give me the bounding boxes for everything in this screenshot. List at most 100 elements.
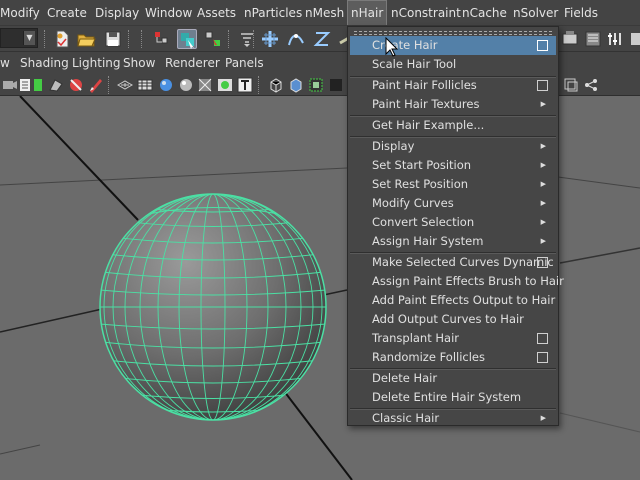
panel-separator xyxy=(258,76,260,94)
menu-item-add-paint-effects-output[interactable]: Add Paint Effects Output to Hair xyxy=(350,291,556,310)
safe-action-icon[interactable] xyxy=(288,77,304,93)
menu-item-assign-paint-effects-brush[interactable]: Assign Paint Effects Brush to Hair xyxy=(350,272,564,291)
menu-item-label: Modify Curves xyxy=(372,196,454,210)
grid-icon[interactable] xyxy=(68,77,84,93)
menu-assets[interactable]: Assets xyxy=(197,0,236,26)
menu-item-label: Set Start Position xyxy=(372,158,472,172)
shelf-separator xyxy=(228,30,230,48)
menu-create[interactable]: Create xyxy=(47,0,87,26)
textured-icon[interactable] xyxy=(158,77,174,93)
menu-display[interactable]: Display xyxy=(95,0,139,26)
menu-item-scale-hair-tool[interactable]: Scale Hair Tool xyxy=(350,55,556,74)
ipr-render-icon[interactable] xyxy=(583,29,603,49)
menu-nparticles[interactable]: nParticles xyxy=(244,0,302,26)
submenu-arrow-icon: ▶ xyxy=(540,142,546,150)
mouse-pointer-icon xyxy=(385,37,399,57)
menu-nmesh[interactable]: nMesh xyxy=(305,0,344,26)
option-box-icon[interactable] xyxy=(537,80,548,91)
menu-item-assign-hair-system[interactable]: Assign Hair System ▶ xyxy=(350,232,556,251)
menu-item-add-output-curves[interactable]: Add Output Curves to Hair xyxy=(350,310,556,329)
shelf-separator xyxy=(253,30,255,48)
save-scene-icon[interactable] xyxy=(103,29,123,49)
menu-nhair[interactable]: nHair xyxy=(347,0,388,25)
shelf-separator xyxy=(44,30,46,48)
option-box-icon[interactable] xyxy=(537,257,548,268)
shadows-icon[interactable] xyxy=(197,77,213,93)
menu-window[interactable]: Window xyxy=(145,0,192,26)
bookmark-icon[interactable] xyxy=(30,77,46,93)
menu-item-set-start-position[interactable]: Set Start Position ▶ xyxy=(350,156,556,175)
panel-menu-renderer[interactable]: Renderer xyxy=(165,52,220,74)
new-scene-icon[interactable] xyxy=(52,29,72,49)
menu-item-delete-hair[interactable]: Delete Hair xyxy=(350,369,556,388)
menu-item-classic-hair[interactable]: Classic Hair ▶ xyxy=(350,409,556,428)
menu-item-label: Add Paint Effects Output to Hair xyxy=(372,293,556,307)
option-box-icon[interactable] xyxy=(537,40,548,51)
menu-item-paint-hair-textures[interactable]: Paint Hair Textures ▶ xyxy=(350,95,556,114)
menu-item-transplant-hair[interactable]: Transplant Hair xyxy=(350,329,556,348)
sphere-mesh[interactable] xyxy=(99,193,327,421)
menu-item-display[interactable]: Display ▶ xyxy=(350,137,556,156)
panel-menu-shading[interactable]: Shading xyxy=(20,52,69,74)
menu-item-label: Delete Entire Hair System xyxy=(372,390,522,404)
menu-item-get-hair-example[interactable]: Get Hair Example... xyxy=(350,116,556,135)
menu-item-label: Add Output Curves to Hair xyxy=(372,312,524,326)
menu-item-label: Transplant Hair xyxy=(372,331,460,345)
shelf-separator xyxy=(128,30,130,48)
menu-item-label: Create Hair xyxy=(372,38,438,52)
select-hierarchy-icon[interactable] xyxy=(152,29,172,49)
select-component-icon[interactable] xyxy=(203,29,223,49)
shelf-separator xyxy=(141,30,143,48)
panel-menu-view[interactable]: w xyxy=(0,52,10,74)
chevron-down-icon[interactable]: ▼ xyxy=(23,31,35,45)
select-object-icon[interactable] xyxy=(177,29,197,49)
menu-item-modify-curves[interactable]: Modify Curves ▶ xyxy=(350,194,556,213)
smooth-shade-icon[interactable] xyxy=(137,77,153,93)
field-chart-icon[interactable] xyxy=(268,77,284,93)
resolution-gate-icon[interactable] xyxy=(308,77,324,93)
submenu-arrow-icon: ▶ xyxy=(540,100,546,108)
tear-off-handle[interactable] xyxy=(354,31,552,35)
menu-fields[interactable]: Fields xyxy=(564,0,598,26)
menu-nconstraint[interactable]: nConstraint xyxy=(391,0,461,26)
snap-point-icon[interactable] xyxy=(312,29,332,49)
option-box-icon[interactable] xyxy=(537,352,548,363)
hud-icon[interactable] xyxy=(583,77,599,93)
menu-item-create-hair[interactable]: Create Hair xyxy=(350,36,556,55)
menu-item-make-selected-curves-dynamic[interactable]: Make Selected Curves Dynamic xyxy=(350,253,556,272)
menu-item-label: Convert Selection xyxy=(372,215,475,229)
xray-icon[interactable] xyxy=(217,77,233,93)
open-scene-icon[interactable] xyxy=(76,29,96,49)
panel-menu-lighting[interactable]: Lighting xyxy=(72,52,121,74)
snap-curve-icon[interactable] xyxy=(286,29,306,49)
menu-nsolver[interactable]: nSolver xyxy=(513,0,558,26)
menu-item-delete-entire-hair-system[interactable]: Delete Entire Hair System xyxy=(350,388,556,407)
panel-separator xyxy=(108,76,110,94)
menu-item-label: Scale Hair Tool xyxy=(372,57,457,71)
wireframe-icon[interactable] xyxy=(117,77,133,93)
lights-icon[interactable] xyxy=(178,77,194,93)
menu-item-label: Assign Paint Effects Brush to Hair xyxy=(372,274,564,288)
menu-item-paint-hair-follicles[interactable]: Paint Hair Follicles xyxy=(350,76,556,95)
menu-item-convert-selection[interactable]: Convert Selection ▶ xyxy=(350,213,556,232)
menu-modify[interactable]: Modify xyxy=(0,0,40,26)
camera-select-icon[interactable] xyxy=(2,77,18,93)
snap-grid-icon[interactable] xyxy=(260,29,280,49)
menu-item-set-rest-position[interactable]: Set Rest Position ▶ xyxy=(350,175,556,194)
render-icon[interactable] xyxy=(560,29,580,49)
safe-title-icon[interactable] xyxy=(237,77,253,93)
menu-ncache[interactable]: nCache xyxy=(462,0,507,26)
menu-item-label: Paint Hair Textures xyxy=(372,97,480,111)
hypershade-icon[interactable] xyxy=(626,29,640,49)
main-menubar: Modify Create Display Window Assets nPar… xyxy=(0,0,640,26)
render-settings-icon[interactable] xyxy=(605,29,625,49)
menu-set-dropdown[interactable]: ▼ xyxy=(0,28,38,48)
image-plane-icon[interactable] xyxy=(48,77,64,93)
option-box-icon[interactable] xyxy=(537,333,548,344)
gate-mask-icon[interactable] xyxy=(328,77,344,93)
menu-item-randomize-follicles[interactable]: Randomize Follicles xyxy=(350,348,556,367)
film-gate-icon[interactable] xyxy=(88,77,104,93)
panel-menu-panels[interactable]: Panels xyxy=(225,52,264,74)
isolate-select-icon[interactable] xyxy=(563,77,579,93)
panel-menu-show[interactable]: Show xyxy=(123,52,155,74)
